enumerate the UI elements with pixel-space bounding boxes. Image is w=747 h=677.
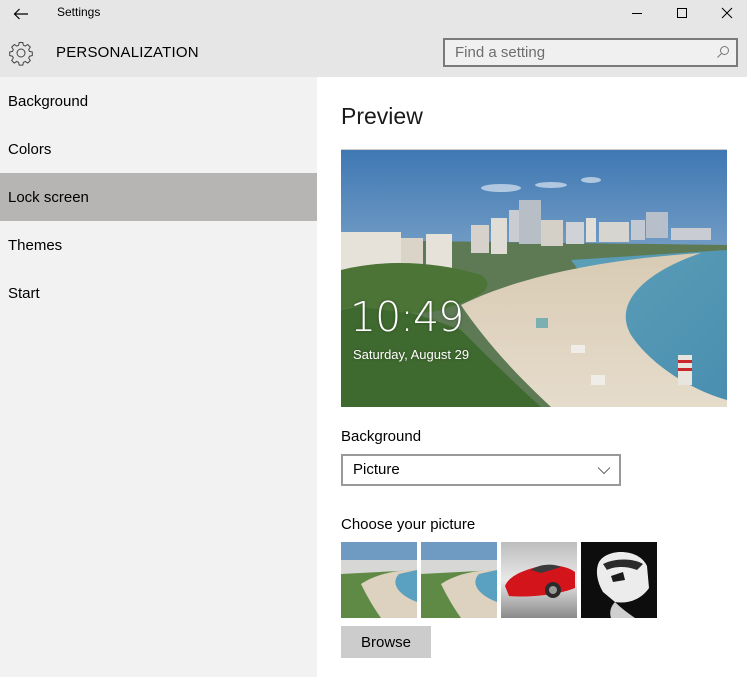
picture-thumbnail-red-car[interactable] (501, 542, 577, 618)
sidebar-item-background[interactable]: Background (0, 77, 317, 125)
background-dropdown[interactable]: Picture (341, 454, 621, 486)
search-input[interactable] (445, 40, 705, 65)
background-dropdown-value: Picture (353, 461, 400, 478)
lock-screen-date: Saturday, August 29 (353, 347, 470, 362)
beach-city-thumbnail-image (421, 542, 497, 618)
close-icon (721, 7, 733, 19)
sidebar-item-label: Start (8, 284, 40, 302)
close-button[interactable] (704, 0, 747, 26)
sidebar-item-themes[interactable]: Themes (0, 221, 317, 269)
sidebar-item-colors[interactable]: Colors (0, 125, 317, 173)
sidebar: Background Colors Lock screen Themes Sta… (0, 77, 317, 677)
sidebar-item-start[interactable]: Start (0, 269, 317, 317)
minimize-button[interactable] (614, 0, 660, 26)
browse-button[interactable]: Browse (341, 626, 431, 658)
preview-title: Preview (341, 103, 423, 129)
choose-picture-label: Choose your picture (341, 516, 476, 533)
maximize-icon (677, 8, 687, 18)
beach-city-thumbnail-image (341, 542, 417, 618)
sidebar-item-label: Lock screen (8, 188, 89, 206)
sidebar-item-label: Background (8, 92, 89, 110)
picture-thumbnail-beach-1[interactable] (341, 542, 417, 618)
background-label: Background (341, 428, 422, 445)
app-title: Settings (57, 5, 101, 19)
back-arrow-icon (13, 8, 28, 20)
search-icon[interactable] (716, 45, 730, 59)
sidebar-item-label: Themes (8, 236, 63, 254)
sidebar-item-label: Colors (8, 140, 52, 158)
minimize-icon (632, 13, 642, 14)
lock-screen-preview: 10:49 Saturday, August 29 (341, 149, 727, 407)
sidebar-item-lock-screen[interactable]: Lock screen (0, 173, 317, 221)
picture-thumbnail-stormtrooper[interactable] (581, 542, 657, 618)
title-bar: Settings PERSONALIZATION (0, 0, 747, 77)
picture-thumbnails (341, 542, 657, 618)
red-car-thumbnail-image (501, 542, 577, 618)
lock-screen-time: 10:49 (350, 293, 464, 341)
gear-icon (9, 42, 33, 66)
picture-thumbnail-beach-2[interactable] (421, 542, 497, 618)
section-title: PERSONALIZATION (56, 44, 199, 61)
beach-city-image (341, 150, 727, 407)
chevron-down-icon (597, 467, 611, 475)
maximize-button[interactable] (659, 0, 705, 26)
stormtrooper-thumbnail-image (581, 542, 657, 618)
back-button[interactable] (8, 2, 34, 26)
search-box[interactable] (443, 38, 738, 67)
